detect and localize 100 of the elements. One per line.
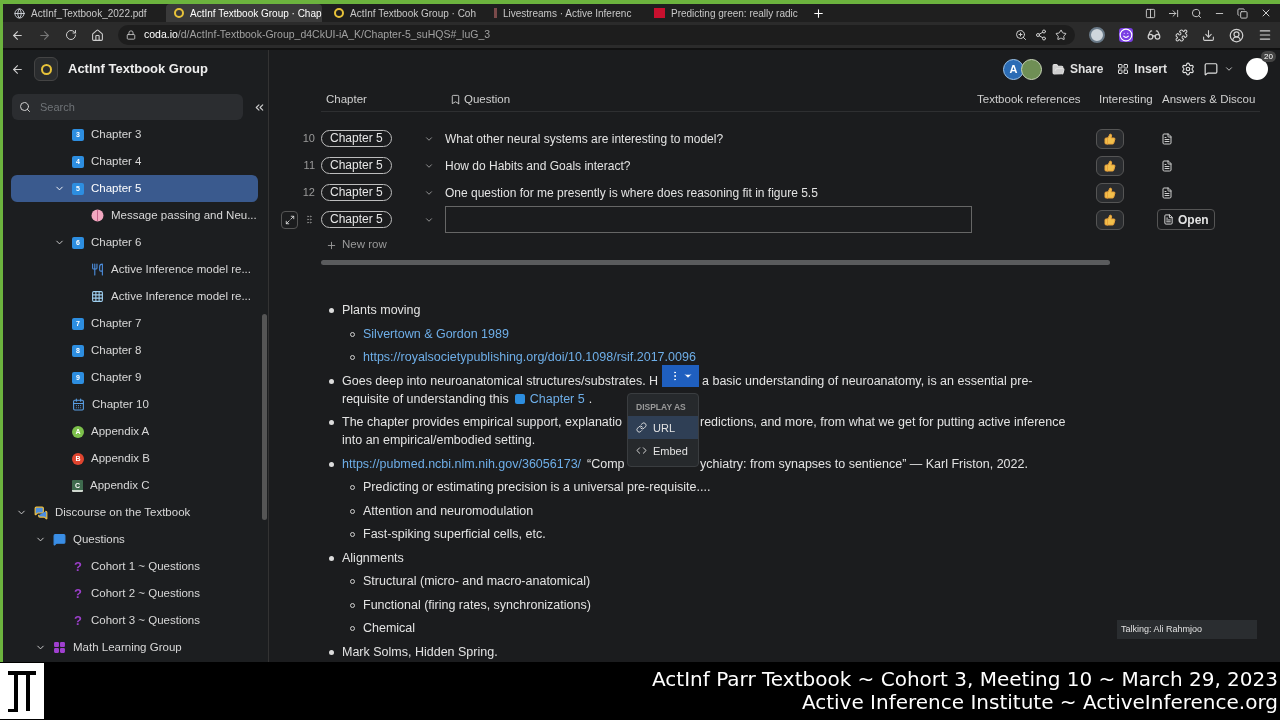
reload-icon[interactable] (65, 29, 77, 41)
expand-button[interactable] (281, 210, 299, 229)
document-icon[interactable] (1161, 186, 1173, 199)
column-header[interactable]: Answers & Discou (1162, 90, 1256, 109)
sidebar-item[interactable]: Questions (11, 526, 258, 553)
lock-icon (126, 30, 136, 40)
sidebar-item[interactable]: ? Cohort 2 ~ Questions (11, 580, 258, 607)
bookmark-icon (450, 94, 461, 105)
forward-icon[interactable] (38, 28, 51, 42)
chat-icon (34, 505, 48, 520)
menu-item[interactable]: URL (628, 416, 698, 439)
share-button[interactable]: Share (1051, 60, 1104, 78)
talking-indicator: Talking: Ali Rahmjoo (1117, 620, 1257, 639)
column-header[interactable]: Textbook references (977, 90, 1099, 109)
row-number: 12 (302, 185, 315, 201)
list-text: Functional (firing rates, synchronizations) (363, 596, 591, 614)
glasses-icon[interactable] (1147, 28, 1161, 42)
drag-handle-icon[interactable] (304, 214, 315, 225)
open-button[interactable]: Open (1157, 209, 1215, 230)
avatar[interactable] (1020, 58, 1042, 80)
sidebar-item[interactable]: Active Inference model re... (11, 256, 258, 283)
mention-link[interactable]: Chapter 5 (514, 389, 585, 408)
share-icon[interactable] (1035, 29, 1047, 41)
sidebar-item[interactable]: Discourse on the Textbook (11, 499, 258, 526)
bullet (329, 420, 334, 425)
bullet (329, 378, 334, 384)
bullet (329, 461, 334, 467)
browser-tab[interactable]: ActInf Textbook Group · Chap (166, 4, 322, 22)
thumbs-up-button[interactable] (1096, 209, 1124, 230)
avatar[interactable]: A (1002, 58, 1024, 80)
pin-icon[interactable] (1168, 7, 1179, 19)
plus-icon (326, 239, 337, 251)
sidebar-icon[interactable] (1145, 7, 1156, 19)
link[interactable]: https://pubmed.ncbi.nlm.nih.gov/36056173/ (342, 454, 582, 473)
list-text: Attention and neuromodulation (363, 502, 534, 520)
caret-icon[interactable] (682, 371, 693, 381)
back-icon[interactable] (11, 62, 24, 76)
sidebar-item[interactable]: ? Cohort 3 ~ Questions (11, 607, 258, 634)
list-text: Chemical (363, 620, 416, 637)
sidebar-item[interactable]: Math Learning Group (11, 634, 258, 661)
code-icon (636, 445, 647, 456)
table-cell-text: How do Habits and Goals interact? (445, 157, 631, 175)
sidebar-item[interactable]: Active Inference model re... (11, 283, 258, 310)
thumbs-up-button[interactable] (1096, 182, 1124, 203)
sidebar-item[interactable]: Chapter 10 (11, 391, 258, 418)
question-input[interactable] (445, 206, 972, 233)
extension-icon[interactable] (1089, 27, 1105, 43)
home-icon[interactable] (91, 28, 104, 42)
scrollbar[interactable] (321, 260, 1110, 265)
column-header[interactable]: Chapter (326, 90, 450, 109)
sidebar-item[interactable]: ? Cohort 1 ~ Questions (11, 553, 258, 580)
menu-heading: DISPLAY AS (635, 401, 687, 414)
download-icon[interactable] (1202, 28, 1215, 42)
profile-icon[interactable] (1229, 27, 1244, 43)
sidebar-item[interactable]: Message passing and Neu... (11, 202, 258, 229)
list-text: Structural (micro- and macro-anatomical) (363, 573, 591, 590)
document-icon[interactable] (1161, 159, 1173, 172)
search-icon[interactable] (1191, 7, 1202, 19)
thumbs-up-button[interactable] (1096, 155, 1124, 176)
restore-icon[interactable] (1237, 7, 1248, 19)
grid-icon (91, 290, 104, 303)
globe-icon (14, 7, 25, 19)
smiley-icon[interactable] (1119, 28, 1133, 42)
new-row-button[interactable]: New row (326, 233, 387, 257)
link[interactable]: https://royalsocietypublishing.org/doi/10.1098/rsif.2017.0096 (363, 348, 696, 366)
star-icon[interactable] (1055, 29, 1067, 41)
column-header[interactable]: Interesting (1099, 90, 1162, 109)
zoom-icon[interactable] (1015, 29, 1027, 41)
avatar[interactable] (1246, 58, 1268, 80)
thumbs-up-button[interactable] (1096, 128, 1124, 149)
settings-icon[interactable] (1181, 62, 1195, 76)
search-icon (19, 101, 31, 113)
document-icon (1163, 214, 1174, 225)
back-icon[interactable] (11, 28, 24, 42)
extensions-icon[interactable] (1175, 28, 1188, 42)
comment-icon[interactable] (1204, 62, 1218, 76)
browser-tab[interactable]: Livestreams · Active Inferenc (486, 4, 642, 22)
browser-tab[interactable]: Predicting green: really radic (646, 4, 802, 22)
question-icon: ? (72, 613, 84, 628)
column-header[interactable]: Question (450, 90, 977, 109)
browser-tab[interactable]: ActInf_Textbook_2022.pdf (6, 4, 162, 22)
brain-icon (91, 209, 104, 222)
document-icon[interactable] (1161, 132, 1173, 145)
search-field[interactable]: Search (12, 94, 243, 120)
menu-icon[interactable] (1258, 28, 1272, 42)
link-icon (636, 422, 647, 433)
new-tab-icon[interactable] (812, 6, 825, 20)
scrollbar[interactable] (262, 314, 267, 520)
list-text: “Comp (587, 455, 625, 473)
insert-button[interactable]: Insert (1117, 60, 1167, 78)
close-icon[interactable] (1260, 7, 1272, 19)
grid-icon (1117, 63, 1130, 75)
caret-icon[interactable] (1224, 64, 1234, 74)
list-text: ychiatry: from synapses to sentience” — Karl Friston, 2022. (700, 455, 1028, 473)
browser-tab[interactable]: ActInf Textbook Group · Coh (326, 4, 482, 22)
doc-logo[interactable] (34, 57, 58, 81)
ring-icon (174, 8, 184, 18)
address-bar[interactable]: coda.io/d/ActInf-Textbook-Group_d4CkUI-iA_K/Chapter-5_suHQS#_luG_3 (118, 25, 1075, 45)
link[interactable]: Silvertown & Gordon 1989 (363, 324, 509, 343)
menu-item[interactable]: Embed (628, 439, 698, 462)
